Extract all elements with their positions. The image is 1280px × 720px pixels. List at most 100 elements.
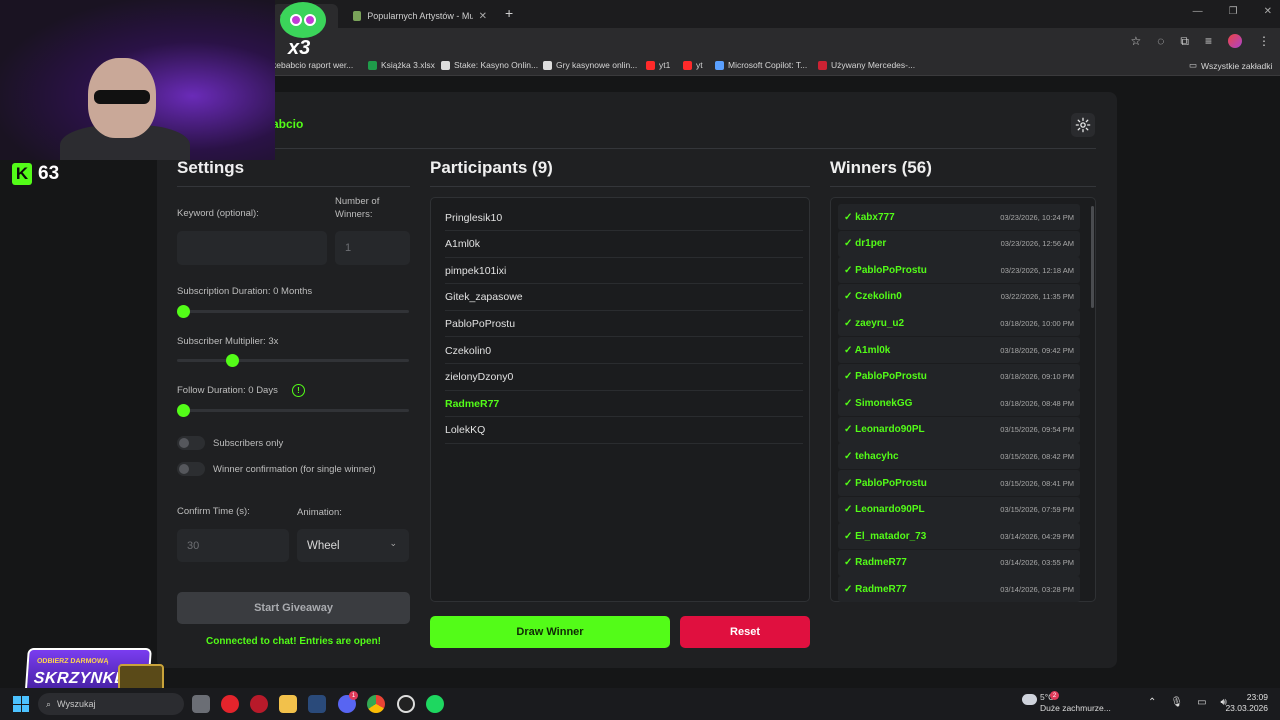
participant-row[interactable]: LolekKQ (445, 418, 803, 444)
discord-notification-badge: 1 (349, 691, 358, 700)
window-controls: — ❐ ✕ (1193, 6, 1272, 17)
profile-avatar[interactable] (1228, 34, 1242, 48)
lens-icon[interactable]: ◌ (1157, 34, 1164, 49)
opera-gx-icon[interactable] (221, 695, 239, 713)
spotify-icon[interactable] (426, 695, 444, 713)
window-close-icon[interactable]: ✕ (1264, 6, 1272, 17)
taskbar-clock[interactable]: 23:09 23.03.2026 (1225, 692, 1268, 714)
taskbar-search[interactable]: ⌕ Wyszukaj (38, 693, 184, 715)
new-tab-icon[interactable]: + (505, 5, 513, 21)
winner-row[interactable]: ✓ kabx777 03/23/2026, 10:24 PM (838, 204, 1080, 230)
follow-duration-label: Follow Duration: 0 Days (177, 385, 278, 396)
participant-row[interactable]: A1ml0k (445, 232, 803, 258)
bookmark-item[interactable]: yt1 (646, 60, 670, 70)
system-tray: ⌃ 🎙︎ ▭ 🔊︎ (1148, 697, 1227, 708)
winner-row[interactable]: ✓ tehacyhc 03/15/2026, 08:42 PM (838, 443, 1080, 470)
winners-count-input[interactable]: 1 (335, 231, 410, 265)
winner-row[interactable]: ✓ PabloPoProstu 03/15/2026, 08:41 PM (838, 470, 1080, 496)
winners-label: Number of Winners: (335, 196, 380, 220)
winner-row[interactable]: ✓ RadmeR77 03/14/2026, 03:55 PM (838, 549, 1080, 576)
slider-handle[interactable] (226, 354, 239, 367)
windows-start-icon[interactable] (13, 696, 29, 712)
bookmark-item[interactable]: Gry kasynowe onlin... (543, 60, 637, 70)
winner-row[interactable]: ✓ zaeyru_u2 03/18/2026, 10:00 PM (838, 310, 1080, 337)
draw-winner-button[interactable]: Draw Winner (430, 616, 670, 648)
file-explorer-icon[interactable] (279, 695, 297, 713)
bookmark-item[interactable]: Stake: Kasyno Onlin... (441, 60, 538, 70)
keyword-input[interactable] (177, 231, 327, 265)
winner-name: ✓ A1ml0k (844, 344, 891, 356)
participant-row[interactable]: Gitek_zapasowe (445, 285, 803, 311)
participant-row[interactable]: RadmeR77 (445, 391, 803, 418)
network-icon[interactable]: ▭ (1197, 697, 1206, 708)
chevron-up-icon[interactable]: ⌃ (1148, 697, 1156, 708)
microphone-icon[interactable]: 🎙︎ (1170, 697, 1183, 708)
winner-row[interactable]: ✓ Leonardo90PL 03/15/2026, 07:59 PM (838, 496, 1080, 523)
animation-select[interactable]: Wheel ⌄ (297, 529, 409, 562)
task-view-icon[interactable] (192, 695, 210, 713)
subscribers-only-label: Subscribers only (213, 438, 284, 449)
media-icon[interactable]: ≡ (1205, 34, 1212, 49)
subscription-duration-label: Subscription Duration: 0 Months (177, 286, 313, 297)
star-icon[interactable]: ☆ (1131, 34, 1142, 49)
menu-icon[interactable]: ⋮ (1258, 34, 1270, 49)
winner-row[interactable]: ✓ Czekolin0 03/22/2026, 11:35 PM (838, 283, 1080, 310)
winner-row[interactable]: ✓ Leonardo90PL 03/15/2026, 09:54 PM (838, 416, 1080, 443)
obs-icon[interactable] (397, 695, 415, 713)
winner-date: 03/15/2026, 08:41 PM (1000, 478, 1074, 488)
start-giveaway-button[interactable]: Start Giveaway (177, 592, 410, 624)
settings-gear-button[interactable] (1071, 113, 1095, 137)
winner-row[interactable]: ✓ RadmeR77 03/14/2026, 03:28 PM (838, 576, 1080, 603)
confirm-time-input[interactable]: 30 (177, 529, 289, 562)
follow-duration-slider[interactable] (177, 409, 409, 412)
tab-music[interactable]: Popularnych Artystów - Music C ✕ (345, 4, 495, 28)
winner-row[interactable]: ✓ SimonekGG 03/18/2026, 08:48 PM (838, 390, 1080, 417)
opera-icon[interactable] (250, 695, 268, 713)
bookmark-label: Wszystkie zakładki (1201, 60, 1273, 71)
bookmark-item[interactable]: kebabcio raport wer... (272, 60, 353, 70)
slider-handle[interactable] (177, 305, 190, 318)
winner-row[interactable]: ✓ dr1per 03/23/2026, 12:56 AM (838, 230, 1080, 257)
reset-button[interactable]: Reset (680, 616, 810, 648)
bookmark-item[interactable]: yt (683, 60, 703, 70)
participant-row[interactable]: Czekolin0 (445, 338, 803, 364)
tab-close-icon[interactable]: ✕ (479, 11, 487, 22)
extensions-icon[interactable]: ⧉ (1180, 34, 1189, 49)
winner-name: ✓ tehacyhc (844, 450, 899, 462)
subscriber-multiplier-slider[interactable] (177, 359, 409, 362)
animation-value: Wheel (307, 539, 340, 552)
participant-name: Czekolin0 (445, 344, 492, 357)
winner-confirmation-toggle[interactable] (177, 462, 205, 476)
participant-row[interactable]: Pringlesik10 (445, 205, 803, 231)
participant-row[interactable]: pimpek101ixi (445, 258, 803, 285)
bookmark-label: Używany Mercedes-... (831, 60, 916, 70)
slider-handle[interactable] (177, 404, 190, 417)
winner-name: ✓ PabloPoProstu (844, 264, 927, 276)
keyword-label: Keyword (optional): (177, 208, 259, 219)
subscribers-only-toggle[interactable] (177, 436, 205, 450)
divider (830, 186, 1096, 187)
steam-icon[interactable] (308, 695, 326, 713)
subscription-duration-slider[interactable] (177, 310, 409, 313)
bookmark-label: yt (696, 60, 703, 70)
bookmark-item[interactable]: Microsoft Copilot: T... (715, 60, 807, 70)
maximize-icon[interactable]: ❐ (1229, 6, 1238, 17)
chrome-icon[interactable] (367, 695, 385, 713)
participant-row[interactable]: zielonyDzony0 (445, 365, 803, 391)
participant-row[interactable]: PabloPoProstu (445, 311, 803, 338)
bookmark-item[interactable]: Książka 3.xlsx (368, 60, 435, 70)
winner-name: ✓ RadmeR77 (844, 583, 907, 595)
winner-row[interactable]: ✓ El_matador_73 03/14/2026, 04:29 PM (838, 523, 1080, 550)
search-icon: ⌕ (46, 698, 52, 709)
winners-scrollbar[interactable] (1091, 206, 1094, 308)
bookmark-item[interactable]: Używany Mercedes-... (818, 60, 915, 70)
winner-row[interactable]: ✓ A1ml0k 03/18/2026, 09:42 PM (838, 337, 1080, 363)
info-icon[interactable]: ! (292, 384, 305, 397)
chevron-down-icon: ⌄ (389, 538, 397, 548)
all-bookmarks[interactable]: ▭ Wszystkie zakładki (1189, 60, 1272, 71)
winner-row[interactable]: ✓ PabloPoProstu 03/18/2026, 09:10 PM (838, 363, 1080, 390)
participant-name: A1ml0k (445, 238, 481, 251)
winner-row[interactable]: ✓ PabloPoProstu 03/23/2026, 12:18 AM (838, 257, 1080, 284)
participant-name: LolekKQ (445, 424, 486, 437)
minimize-icon[interactable]: — (1193, 6, 1203, 17)
